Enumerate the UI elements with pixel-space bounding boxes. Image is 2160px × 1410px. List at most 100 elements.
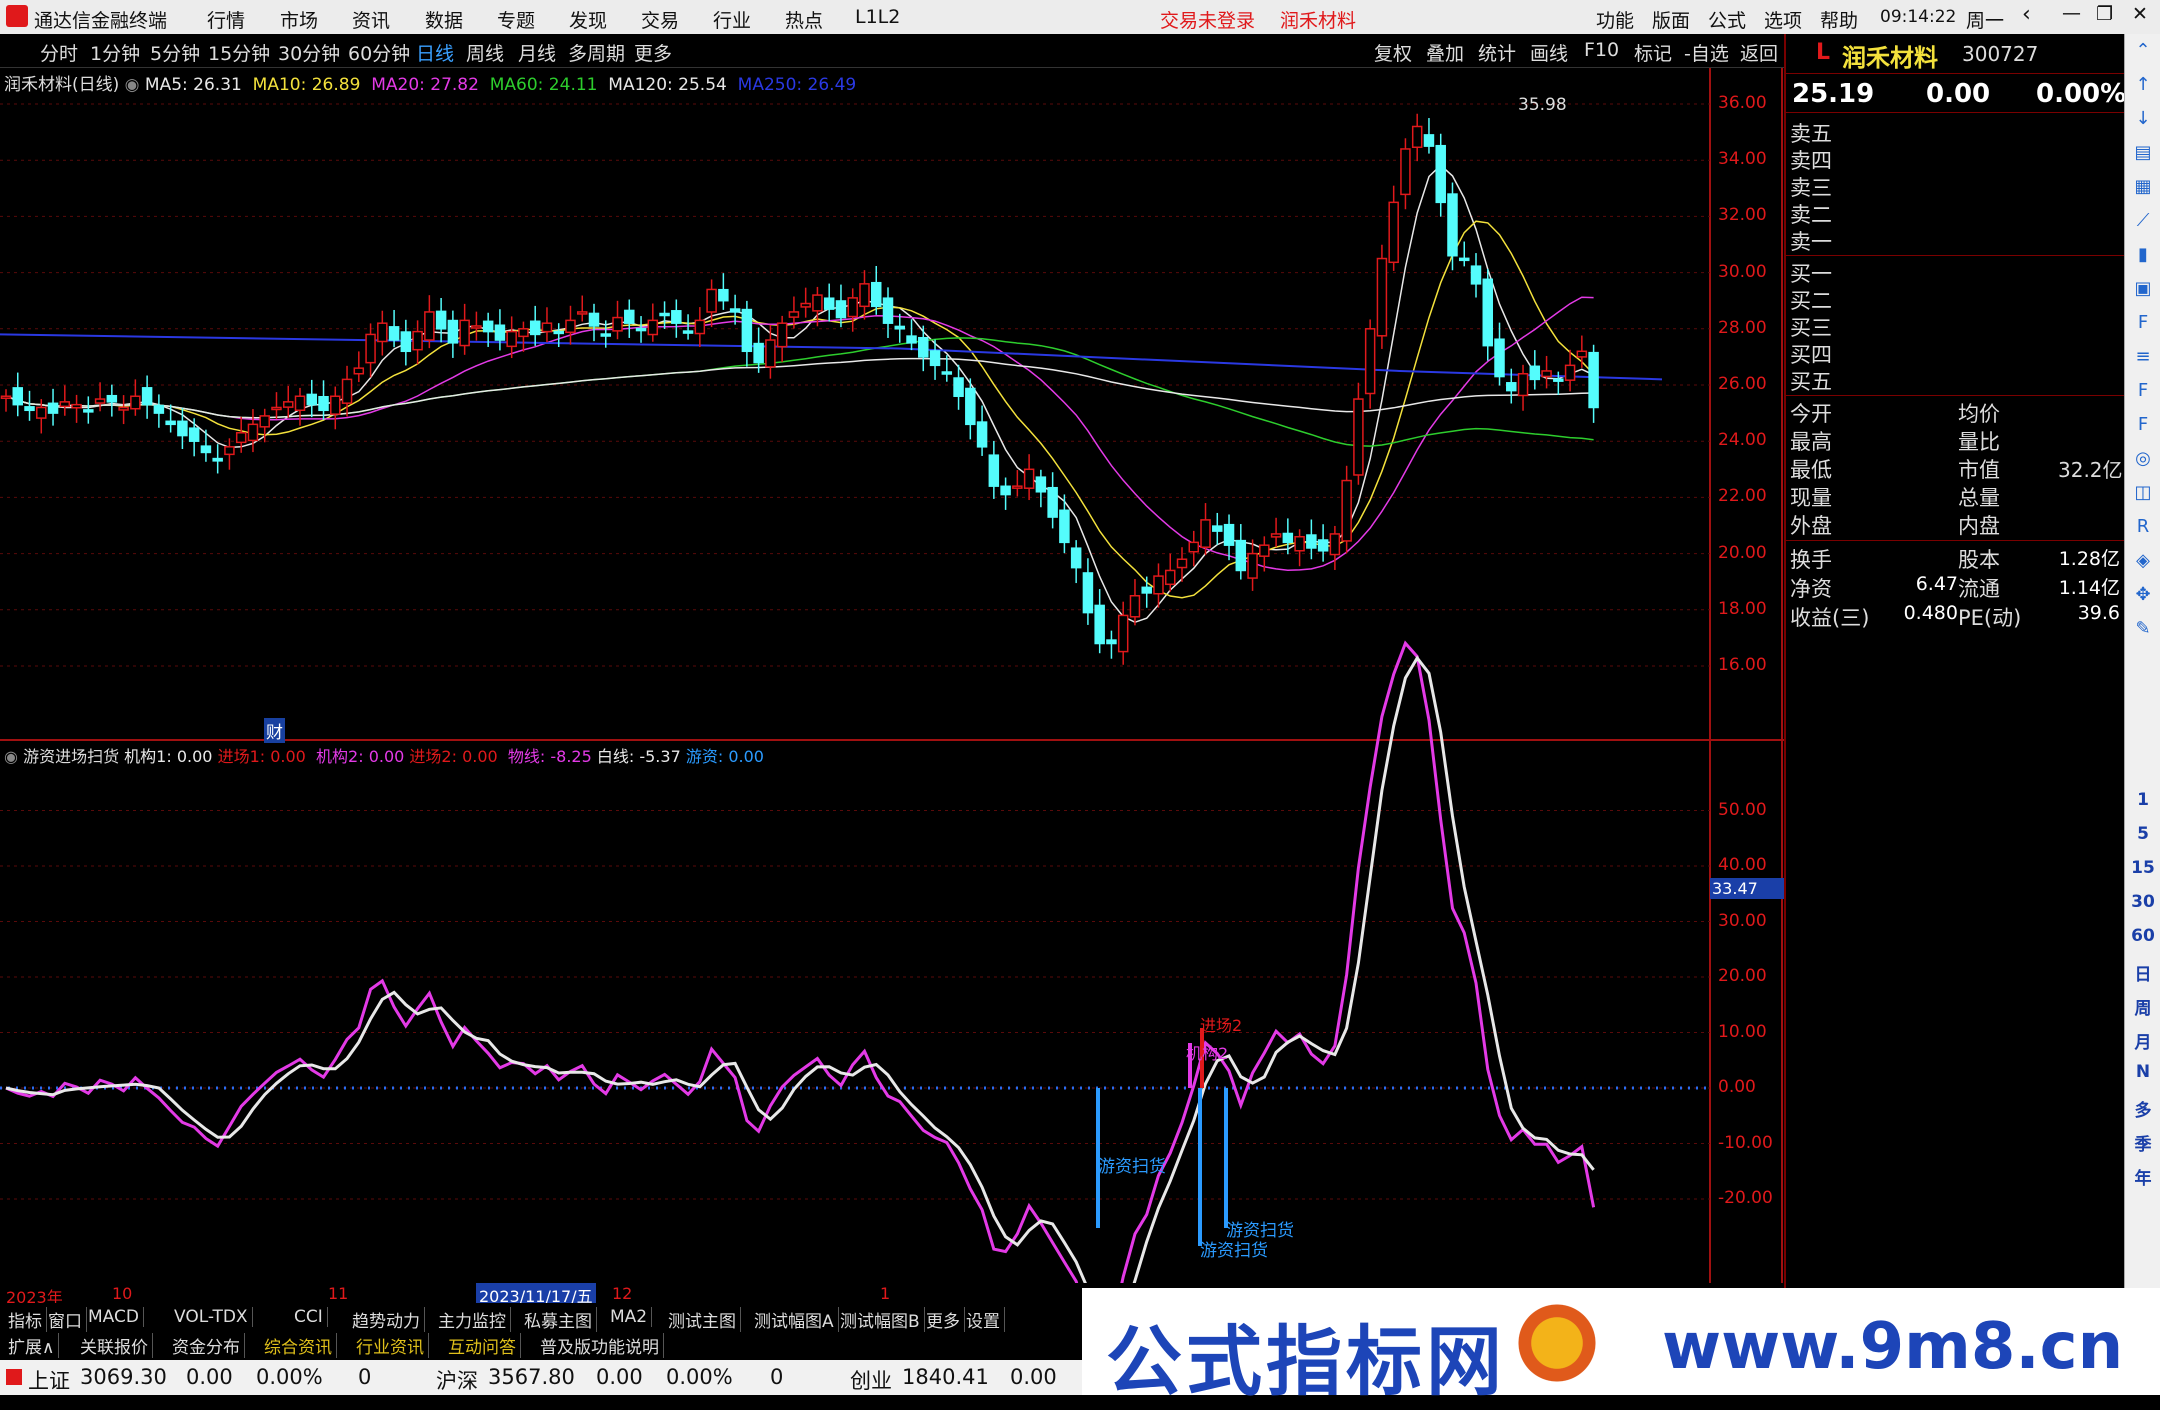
tab-6[interactable]: 主力监控 [434,1307,511,1332]
tool-mark[interactable]: 标记 [1634,39,1672,66]
tool-overlay[interactable]: 叠加 [1426,39,1464,66]
menu-help[interactable]: 帮助 [1820,6,1858,33]
tool-stats[interactable]: 统计 [1478,39,1516,66]
menu-layout[interactable]: 版面 [1652,6,1690,33]
side-period-6[interactable]: 周 [2125,994,2160,1019]
menu-hot[interactable]: 热点 [785,6,823,33]
menu-formula[interactable]: 公式 [1708,6,1746,33]
menu-data[interactable]: 数据 [425,6,463,33]
circle-icon[interactable]: ◎ [2125,448,2160,469]
side-period-11[interactable]: 年 [2125,1164,2160,1189]
ext-tab-3[interactable]: 综合资讯 [260,1333,337,1358]
cy-label[interactable]: 创业 [850,1365,892,1395]
period-multi[interactable]: 多周期 [568,39,625,66]
side-period-0[interactable]: 1 [2125,790,2160,810]
side-period-5[interactable]: 日 [2125,960,2160,985]
side-period-4[interactable]: 60 [2125,926,2160,946]
brush-icon[interactable]: ✎ [2125,618,2160,639]
tab-2[interactable]: MACD [84,1307,144,1327]
rsi-icon[interactable]: R [2125,516,2160,537]
tab-8[interactable]: MA2 [606,1307,653,1327]
tool-draw[interactable]: 画线 [1530,39,1568,66]
chart-area[interactable]: 润禾材料(日线) ◉ MA5: 26.31 MA10: 26.89 MA20: … [0,68,1784,1307]
shield-icon[interactable]: ◈ [2125,550,2160,571]
period-15min[interactable]: 15分钟 [208,39,270,66]
move-icon[interactable]: ✥ [2125,584,2160,605]
tab-13[interactable]: 设置 [962,1307,1005,1332]
menu-discover[interactable]: 发现 [569,6,607,33]
restore-icon[interactable]: ❐ [2096,3,2113,25]
close-icon[interactable]: ✕ [2132,3,2148,25]
tab-10[interactable]: 测试幅图A [750,1307,839,1332]
back-icon[interactable]: ‹ [2022,2,2031,27]
arrow-up-icon[interactable]: ↑ [2125,74,2160,95]
tool-back[interactable]: 返回 [1740,39,1778,66]
news-icon[interactable]: ▣ [2125,278,2160,299]
period-30min[interactable]: 30分钟 [278,39,340,66]
menu-industry[interactable]: 行业 [713,6,751,33]
trade-status[interactable]: 交易未登录 [1160,6,1255,33]
menu-topic[interactable]: 专题 [497,6,535,33]
ext-tab-5[interactable]: 互动问答 [444,1333,521,1358]
f2b-icon[interactable]: F [2125,414,2160,435]
arrow-down-icon[interactable]: ↓ [2125,108,2160,129]
tab-5[interactable]: 趋势动力 [348,1307,425,1332]
side-period-10[interactable]: 季 [2125,1130,2160,1155]
menu-l1l2[interactable]: L1L2 [855,6,900,28]
side-period-8[interactable]: N [2125,1062,2160,1082]
side-period-2[interactable]: 15 [2125,858,2160,878]
kline-chart[interactable] [0,68,1784,1283]
chevron-up-icon[interactable]: ⌃ [2125,40,2160,61]
period-timeshare[interactable]: 分时 [40,39,78,66]
tab-4[interactable]: CCI [290,1307,328,1327]
chart-icon[interactable]: ▤ [2125,142,2160,163]
tab-9[interactable]: 测试主图 [664,1307,741,1332]
f2-icon[interactable]: F [2125,380,2160,401]
period-monthly[interactable]: 月线 [518,39,556,66]
period-5min[interactable]: 5分钟 [150,39,200,66]
tool-watchlist[interactable]: -自选 [1684,39,1729,66]
tab-3[interactable]: VOL-TDX [170,1307,253,1327]
tab-0[interactable]: 指标 [4,1307,47,1332]
tool-rights[interactable]: 复权 [1374,39,1412,66]
settings-icon[interactable]: ◉ [4,747,18,766]
tab-7[interactable]: 私募主图 [520,1307,597,1332]
financial-mark[interactable]: 财 [264,718,285,743]
ext-tab-6[interactable]: 普及版功能说明 [536,1333,664,1358]
minimize-icon[interactable]: — [2062,2,2081,24]
side-period-1[interactable]: 5 [2125,824,2160,844]
period-60min[interactable]: 60分钟 [348,39,410,66]
menu-market[interactable]: 市场 [280,6,318,33]
bars-icon[interactable]: ▮ [2125,244,2160,265]
grid-icon[interactable]: ▦ [2125,176,2160,197]
menu-news[interactable]: 资讯 [352,6,390,33]
side-period-7[interactable]: 月 [2125,1028,2160,1053]
f10-icon[interactable]: F [2125,312,2160,333]
period-weekly[interactable]: 周线 [466,39,504,66]
settings-icon[interactable]: ◉ [125,75,140,95]
sh-label[interactable]: 上证 [28,1365,70,1395]
ext-tab-4[interactable]: 行业资讯 [352,1333,429,1358]
date-dec: 12 [612,1284,633,1303]
period-more[interactable]: 更多 [634,39,672,66]
menu-trade[interactable]: 交易 [641,6,679,33]
hs-label[interactable]: 沪深 [436,1365,478,1395]
dde-icon[interactable]: ◫ [2125,482,2160,503]
menu-options[interactable]: 选项 [1764,6,1802,33]
tab-11[interactable]: 测试幅图B [836,1307,925,1332]
ext-tab-1[interactable]: 关联报价 [76,1333,153,1358]
period-1min[interactable]: 1分钟 [90,39,140,66]
ext-tab-2[interactable]: 资金分布 [168,1333,245,1358]
candle [1564,364,1576,381]
list-icon[interactable]: ≡ [2125,346,2160,367]
menu-quote[interactable]: 行情 [207,6,245,33]
period-daily[interactable]: 日线 [416,39,454,66]
ext-tab-0[interactable]: 扩展∧ [4,1333,60,1358]
tool-f10[interactable]: F10 [1584,39,1619,61]
tab-1[interactable]: 窗口 [44,1307,87,1332]
side-period-3[interactable]: 30 [2125,892,2160,912]
tab-12[interactable]: 更多 [922,1307,965,1332]
menu-function[interactable]: 功能 [1596,6,1634,33]
line-icon[interactable]: ⟋ [2125,210,2160,231]
side-period-9[interactable]: 多 [2125,1096,2160,1121]
